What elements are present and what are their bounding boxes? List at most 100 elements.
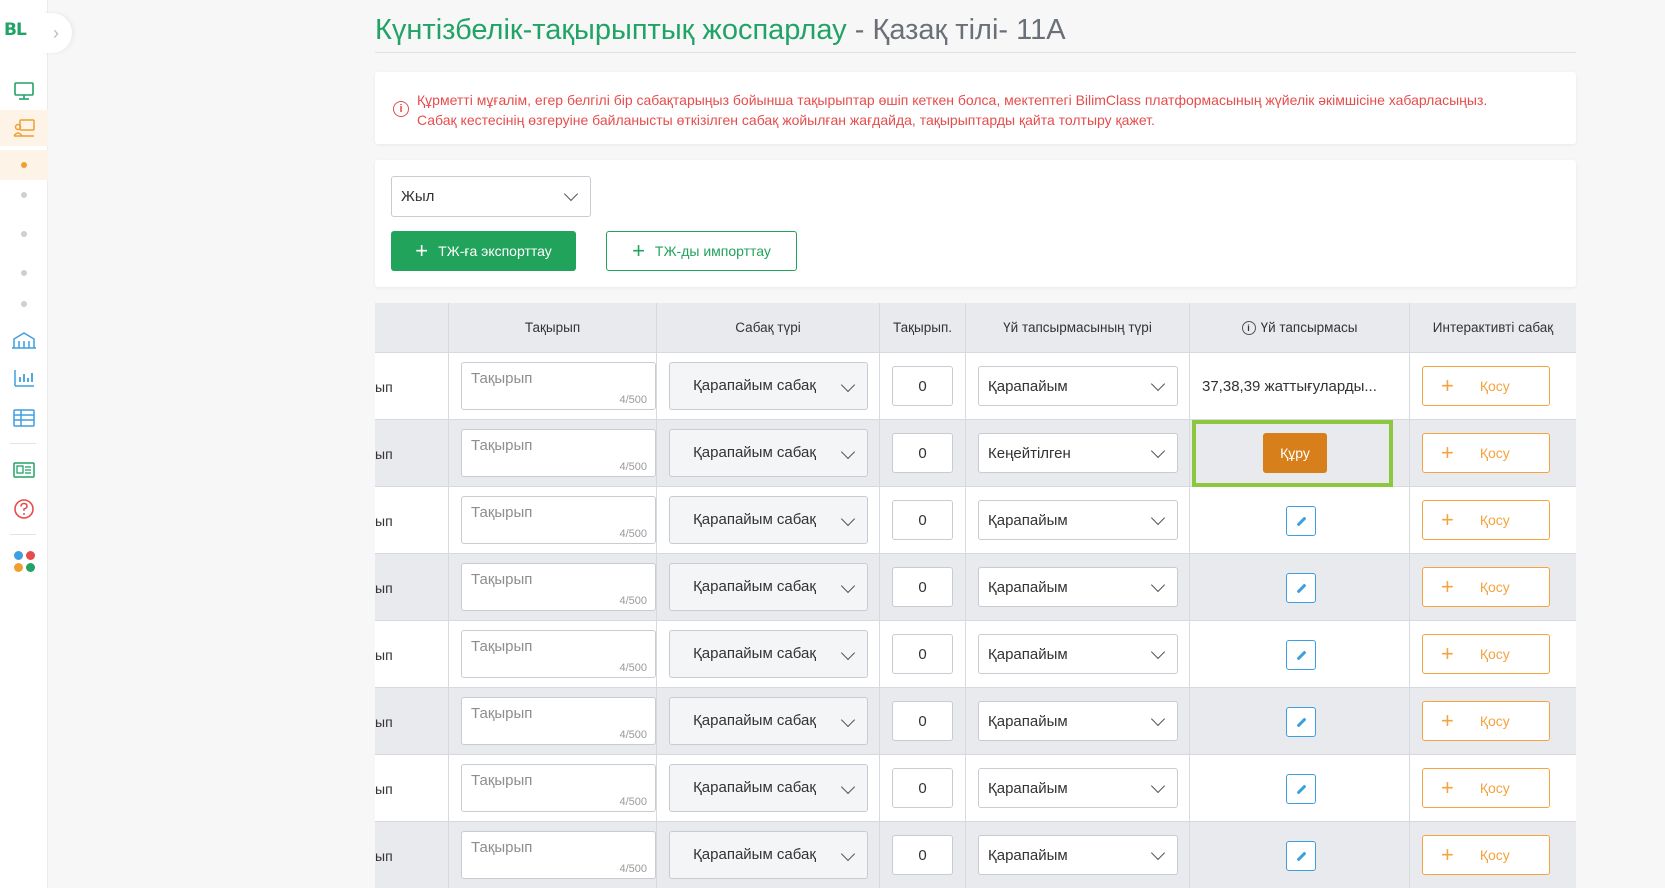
build-homework-button[interactable]: Құру: [1263, 433, 1327, 473]
hw-type-select[interactable]: Қарапайым: [978, 768, 1178, 808]
topic-number-input[interactable]: 0: [892, 835, 953, 875]
add-interactive-button[interactable]: + Қосу: [1422, 500, 1550, 540]
hw-type-value: Қарапайым: [988, 846, 1068, 864]
sidebar-subitem-active[interactable]: [0, 150, 48, 180]
hw-type-value: Қарапайым: [988, 511, 1068, 529]
lesson-type-value: Қарапайым сабақ: [693, 511, 816, 528]
lesson-type-select[interactable]: Қарапайым сабақ: [669, 697, 868, 745]
table-row: ып Тақырып 4/500 Қарапайым сабақ 0 Қарапайым +…: [375, 755, 1576, 822]
hw-type-select[interactable]: Қарапайым: [978, 366, 1178, 406]
lesson-type-select[interactable]: Қарапайым сабақ: [669, 563, 868, 611]
hw-type-select[interactable]: Қарапайым: [978, 835, 1178, 875]
chevron-down-icon: [1150, 845, 1166, 861]
sidebar-item-teacher[interactable]: [0, 110, 48, 146]
lesson-type-select[interactable]: Қарапайым сабақ: [669, 362, 868, 410]
lesson-type-value: Қарапайым сабақ: [693, 645, 816, 662]
hw-type-cell: Қарапайым: [965, 755, 1189, 822]
sidebar-item-apps[interactable]: [0, 546, 48, 576]
hw-type-select[interactable]: Кеңейтілген: [978, 433, 1178, 473]
lesson-type-select[interactable]: Қарапайым сабақ: [669, 831, 868, 879]
lesson-type-select[interactable]: Қарапайым сабақ: [669, 429, 868, 477]
sidebar-subitem-dot[interactable]: [21, 301, 27, 307]
topic-number-input[interactable]: 0: [892, 768, 953, 808]
edit-homework-button[interactable]: [1286, 774, 1316, 804]
header-homework: i Үй тапсырмасы: [1189, 303, 1409, 353]
topic-placeholder: Тақырып: [471, 638, 533, 655]
chevron-down-icon: [1150, 443, 1166, 459]
sidebar-subitem-dot[interactable]: [21, 270, 27, 276]
char-counter: 4/500: [619, 662, 647, 674]
topic-num-cell: 0: [879, 420, 965, 487]
interactive-cell: + Қосу: [1409, 621, 1576, 688]
topic-number-input[interactable]: 0: [892, 701, 953, 741]
topic-number-input[interactable]: 0: [892, 567, 953, 607]
topic-cell: Тақырып 4/500: [448, 487, 656, 554]
topic-input[interactable]: Тақырып 4/500: [461, 764, 656, 812]
sidebar-item-help[interactable]: [0, 494, 48, 524]
add-interactive-button[interactable]: + Қосу: [1422, 701, 1550, 741]
lesson-type-select[interactable]: Қарапайым сабақ: [669, 764, 868, 812]
topic-number-input[interactable]: 0: [892, 500, 953, 540]
add-button-label: Қосу: [1479, 847, 1510, 863]
topic-input[interactable]: Тақырып 4/500: [461, 630, 656, 678]
sidebar-item-id-card[interactable]: [0, 455, 48, 485]
lesson-type-select[interactable]: Қарапайым сабақ: [669, 630, 868, 678]
add-interactive-button[interactable]: + Қосу: [1422, 567, 1550, 607]
add-interactive-button[interactable]: + Қосу: [1422, 835, 1550, 875]
chevron-down-icon: [1150, 577, 1166, 593]
interactive-cell: + Қосу: [1409, 353, 1576, 420]
add-interactive-button[interactable]: + Қосу: [1422, 433, 1550, 473]
export-button-label: ТЖ-ға экспорттау: [438, 243, 552, 259]
sidebar-item-monitor[interactable]: [0, 76, 48, 106]
sidebar-item-journal[interactable]: [0, 403, 48, 433]
hw-type-select[interactable]: Қарапайым: [978, 500, 1178, 540]
chevron-down-icon: [1150, 644, 1166, 660]
add-button-label: Қосу: [1479, 512, 1510, 528]
topic-num-cell: 0: [879, 621, 965, 688]
hw-type-select[interactable]: Қарапайым: [978, 634, 1178, 674]
topic-placeholder: Тақырып: [471, 437, 533, 454]
lesson-type-select[interactable]: Қарапайым сабақ: [669, 496, 868, 544]
info-icon[interactable]: i: [1241, 321, 1256, 335]
pencil-icon: [1296, 851, 1306, 861]
edit-homework-button[interactable]: [1286, 640, 1316, 670]
add-interactive-button[interactable]: + Қосу: [1422, 768, 1550, 808]
notice-text: Құрметті мұғалім, егер белгілі бір сабақ…: [417, 92, 1488, 128]
chevron-down-icon: [840, 712, 856, 728]
lesson-type-cell: Қарапайым сабақ: [656, 554, 879, 621]
hw-type-select[interactable]: Қарапайым: [978, 567, 1178, 607]
topic-input[interactable]: Тақырып 4/500: [461, 697, 656, 745]
hw-type-select[interactable]: Қарапайым: [978, 701, 1178, 741]
sidebar-subitem-dot[interactable]: [21, 192, 27, 198]
topic-number-input[interactable]: 0: [892, 366, 953, 406]
topic-input[interactable]: Тақырып 4/500: [461, 563, 656, 611]
topic-number-input[interactable]: 0: [892, 433, 953, 473]
topic-number-input[interactable]: 0: [892, 634, 953, 674]
add-button-label: Қосу: [1479, 646, 1510, 662]
topic-input[interactable]: Тақырып 4/500: [461, 831, 656, 879]
year-select[interactable]: Жыл: [391, 176, 591, 217]
app-logo[interactable]: BL: [4, 20, 27, 40]
export-button[interactable]: + ТЖ-ға экспорттау: [391, 231, 576, 271]
chevron-down-icon: [840, 511, 856, 527]
header-topic-num: Тақырып.: [879, 303, 965, 353]
sidebar-subitem-dot[interactable]: [21, 231, 27, 237]
edit-homework-button[interactable]: [1286, 707, 1316, 737]
edit-homework-button[interactable]: [1286, 506, 1316, 536]
edit-homework-button[interactable]: [1286, 573, 1316, 603]
lesson-type-cell: Қарапайым сабақ: [656, 688, 879, 755]
sidebar-item-school[interactable]: [0, 325, 48, 355]
homework-text[interactable]: 37,38,39 жаттығуларды...: [1202, 353, 1398, 420]
import-button[interactable]: + ТЖ-ды импорттау: [606, 231, 797, 271]
sidebar-item-analytics[interactable]: [0, 363, 48, 393]
add-interactive-button[interactable]: + Қосу: [1422, 366, 1550, 406]
filter-panel: Жыл + ТЖ-ға экспорттау + ТЖ-ды импорттау: [375, 160, 1576, 287]
sidebar-toggle-button[interactable]: ›: [40, 13, 72, 53]
chevron-down-icon: [1150, 778, 1166, 794]
hw-type-cell: Қарапайым: [965, 487, 1189, 554]
topic-input[interactable]: Тақырып 4/500: [461, 362, 656, 410]
edit-homework-button[interactable]: [1286, 841, 1316, 871]
topic-input[interactable]: Тақырып 4/500: [461, 496, 656, 544]
add-interactive-button[interactable]: + Қосу: [1422, 634, 1550, 674]
topic-input[interactable]: Тақырып 4/500: [461, 429, 656, 477]
